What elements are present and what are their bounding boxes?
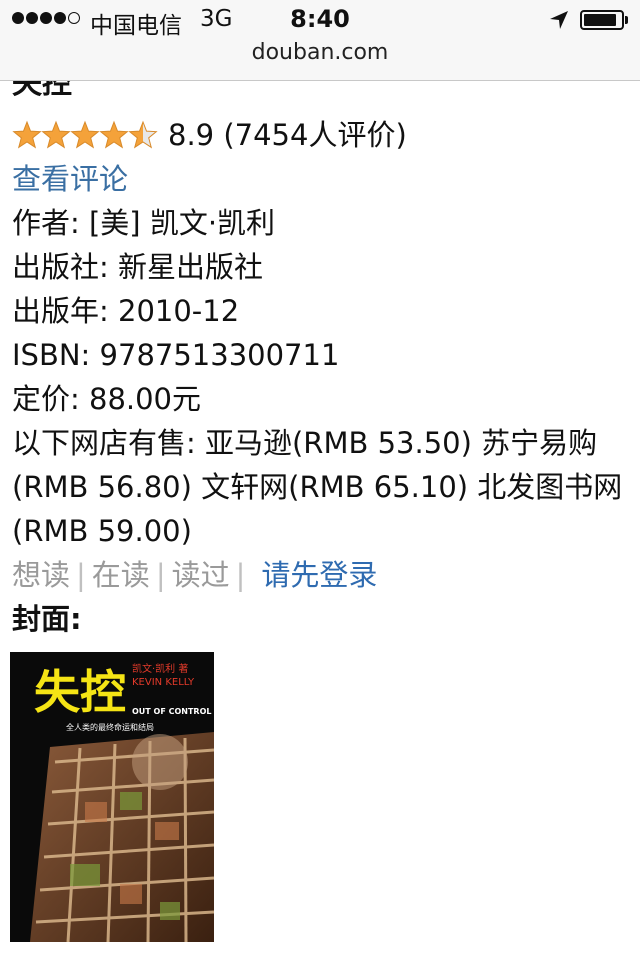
rating-text: 8.9 (7454人评价) — [168, 118, 407, 152]
view-reviews-link[interactable]: 查看评论 — [12, 157, 128, 201]
publisher-line: 出版社: 新星出版社 — [12, 250, 263, 284]
book-title: 失控 — [12, 81, 72, 101]
rating-row: 8.9 (7454人评价) — [12, 113, 407, 157]
login-link[interactable]: 请先登录 — [261, 558, 377, 592]
read-button[interactable]: 读过 — [172, 558, 230, 592]
pub-year-line: 出版年: 2010-12 — [12, 294, 240, 328]
status-time: 8:40 — [290, 5, 350, 33]
cover-author-cn: 凯文·凯利 著 — [132, 662, 188, 675]
cover-label: 封面: — [12, 602, 82, 636]
cover-title: 失控 — [34, 665, 126, 719]
rating-star — [12, 120, 42, 149]
cover-author-en: KEVIN KELLY — [132, 677, 195, 688]
reading-status-actions: 想读 | 在读 | 读过 | 请先登录 — [12, 553, 377, 597]
book-detail-page: 失控 8.9 (7454人评价) 查看评论 作者: [美] 凯文·凯利 出版社:… — [0, 81, 640, 960]
rating-stars-icon — [12, 120, 158, 149]
price-line: 定价: 88.00元 — [12, 382, 202, 416]
rating-star — [41, 120, 71, 149]
separator: | — [155, 558, 166, 592]
battery-cap — [625, 16, 628, 24]
rating-star — [99, 120, 129, 149]
battery-icon — [580, 10, 624, 30]
isbn-line: ISBN: 9787513300711 — [12, 338, 340, 372]
battery-level-fill — [584, 14, 617, 26]
location-arrow-icon — [550, 11, 568, 29]
want-read-button[interactable]: 想读 — [12, 558, 70, 592]
url-text[interactable]: douban.com — [252, 40, 389, 65]
address-bar[interactable]: douban.com — [0, 40, 640, 81]
separator: | — [235, 558, 246, 592]
cover-subtitle-en: OUT OF CONTROL — [132, 707, 211, 716]
separator: | — [76, 558, 86, 592]
author-line: 作者: [美] 凯文·凯利 — [12, 206, 276, 240]
status-bar: 中国电信 3G 8:40 — [0, 0, 640, 40]
cover-tagline: 全人类的最终命运和结局 — [66, 722, 154, 732]
cover-artwork: 失控 凯文·凯利 著 KEVIN KELLY OUT OF CONTROL 全人… — [10, 652, 214, 942]
online-stores-text: 以下网店有售: 亚马逊(RMB 53.50) 苏宁易购(RMB 56.80) 文… — [12, 426, 623, 548]
rating-star — [128, 120, 158, 149]
book-cover-image[interactable]: 失控 凯文·凯利 著 KEVIN KELLY OUT OF CONTROL 全人… — [10, 652, 214, 942]
reading-button[interactable]: 在读 — [92, 558, 150, 592]
rating-star — [70, 120, 100, 149]
